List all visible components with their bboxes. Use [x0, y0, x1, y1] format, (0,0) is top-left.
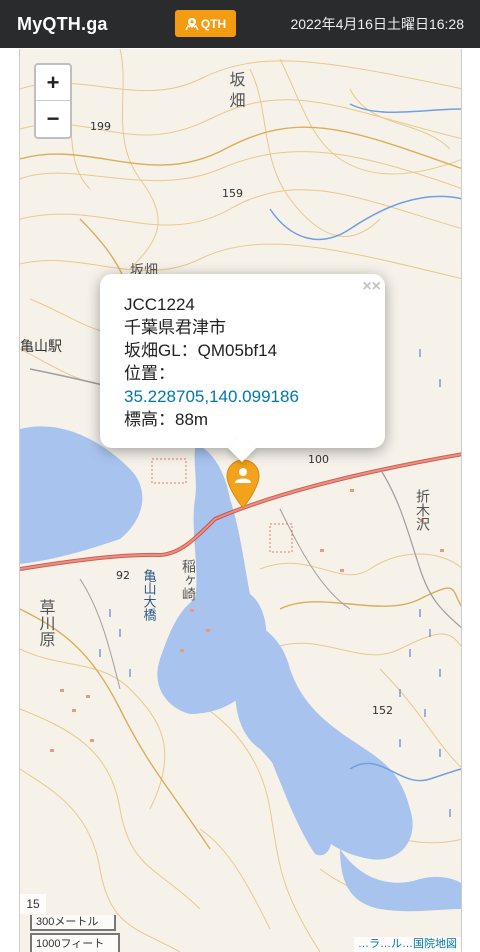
scale-bar-imperial: 1000フィート	[30, 933, 120, 952]
elevation-159: 159	[222, 187, 243, 200]
map-attribution-link[interactable]: …ラ…ル…国院地図	[354, 937, 461, 952]
current-datetime: 2022年4月16日土曜日16:28	[290, 16, 464, 32]
label-orikisawa: 折木沢	[414, 489, 430, 531]
popup-city: 千葉県君津市	[124, 318, 226, 337]
popup-code: JCC1224	[124, 295, 195, 314]
popup-position-label: 位置：	[124, 364, 175, 383]
zoom-control: + −	[34, 63, 72, 139]
elevation-152: 152	[372, 704, 393, 717]
popup-coordinates-link[interactable]: 35.228705,140.099186	[124, 385, 361, 408]
elevation-100: 100	[308, 453, 329, 466]
map-marker-icon	[185, 17, 199, 30]
popup-grid: 坂畑GL：QM05bf14	[124, 341, 278, 360]
map-container[interactable]: 坂 畑 坂畑 亀山駅 草川原 亀山大橋 稲ヶ崎 折木沢 199 159 100 …	[19, 49, 462, 952]
brand-logo[interactable]: MyQTH.ga	[17, 14, 108, 35]
location-popup: ×× JCC1224 千葉県君津市 坂畑GL：QM05bf14 位置： 35.2…	[100, 274, 385, 463]
elevation-199: 199	[90, 120, 111, 133]
location-marker-icon[interactable]	[225, 458, 261, 510]
top-navbar: MyQTH.ga 2022年4月16日土曜日16:28	[0, 0, 480, 48]
zoom-level-indicator: 15	[20, 894, 46, 914]
label-kameyama-station: 亀山駅	[20, 339, 62, 355]
popup-altitude: 標高：88m	[124, 410, 209, 429]
label-inagasaki: 稲ヶ崎	[180, 559, 196, 601]
zoom-out-button[interactable]: −	[36, 101, 70, 137]
qth-button-label: QTH	[200, 16, 227, 31]
zoom-in-button[interactable]: +	[36, 65, 70, 101]
qth-button[interactable]: QTH	[175, 10, 236, 37]
label-kusagawahara: 草川原	[37, 599, 56, 647]
scale-bar-metric: 300メートル	[30, 915, 116, 931]
elevation-92: 92	[116, 569, 130, 582]
label-kameyama-bridge: 亀山大橋	[141, 569, 157, 622]
popup-close-button[interactable]: ××	[362, 278, 381, 296]
label-sakahata-top: 坂 畑	[227, 71, 246, 108]
